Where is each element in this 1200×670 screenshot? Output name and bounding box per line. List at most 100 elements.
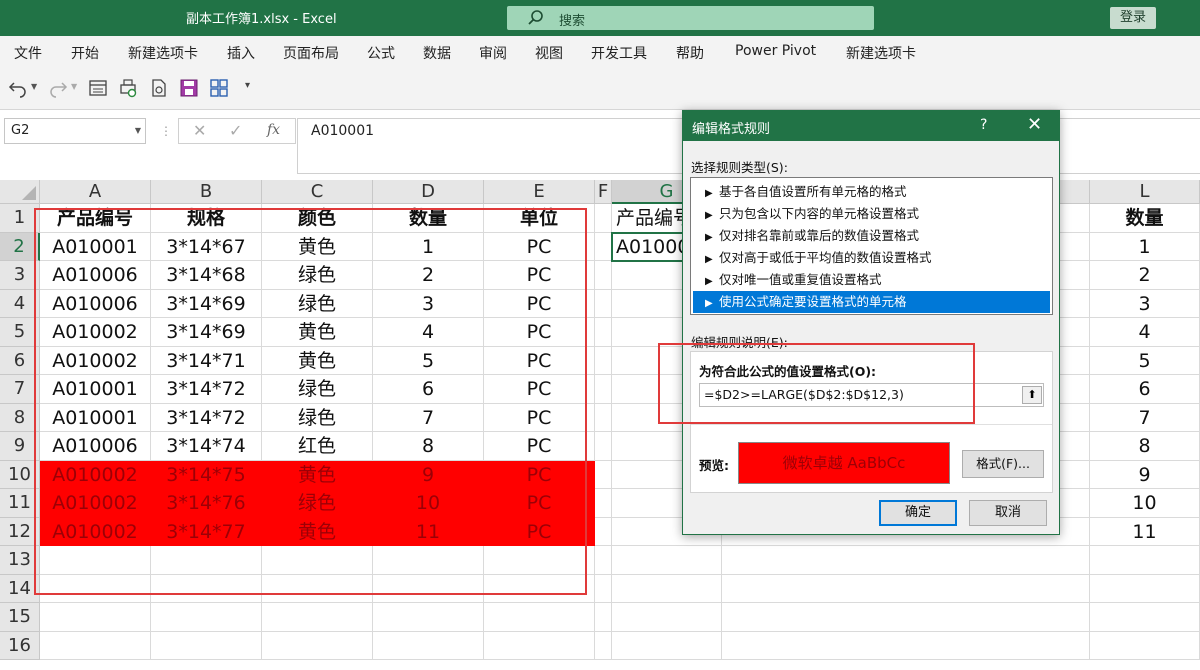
cell-l2[interactable]: 1 [1090,232,1200,261]
cell-b8[interactable]: 3*14*72 [151,403,262,432]
tab-file[interactable]: 文件 [14,43,42,63]
cell-c1[interactable]: 颜色 [262,204,373,233]
cell-l13[interactable] [1090,546,1200,575]
cell-l12[interactable]: 11 [1090,517,1200,546]
help-icon[interactable]: ? [980,117,987,133]
document-icon[interactable] [149,78,169,98]
cell-a12[interactable]: A010002 [40,517,151,546]
cell-b15[interactable] [151,603,262,632]
cell-e8[interactable]: PC [484,403,595,432]
cell-e7[interactable]: PC [484,375,595,404]
cell-c12[interactable]: 黄色 [262,517,373,546]
cell-b6[interactable]: 3*14*71 [151,346,262,375]
cell-g16[interactable] [612,631,722,660]
cell-l11[interactable]: 10 [1090,489,1200,518]
row-header-4[interactable]: 4 [0,289,40,318]
rule-type-item[interactable]: ▶ 仅对唯一值或重复值设置格式 [693,269,1050,291]
cell-l3[interactable]: 2 [1090,261,1200,290]
cell-l15[interactable] [1090,603,1200,632]
cell-g13[interactable] [612,546,722,575]
cell-f9[interactable] [595,432,612,461]
save-icon[interactable] [179,78,199,98]
cell-l14[interactable] [1090,574,1200,603]
tab-power-pivot[interactable]: Power Pivot [735,43,816,59]
cell-a9[interactable]: A010006 [40,432,151,461]
cell-b2[interactable]: 3*14*67 [151,232,262,261]
cell-a4[interactable]: A010006 [40,289,151,318]
column-header-b[interactable]: B [151,180,262,204]
rule-type-item[interactable]: ▶ 仅对高于或低于平均值的数值设置格式 [693,247,1050,269]
cell-f7[interactable] [595,375,612,404]
rule-type-item[interactable]: ▶ 仅对排名靠前或靠后的数值设置格式 [693,225,1050,247]
cell-a8[interactable]: A010001 [40,403,151,432]
cell-c6[interactable]: 黄色 [262,346,373,375]
cell-a14[interactable] [40,574,151,603]
column-header-l[interactable]: L [1090,180,1200,204]
tab-data[interactable]: 数据 [423,43,451,63]
tab-insert[interactable]: 插入 [227,43,255,63]
cell-e3[interactable]: PC [484,261,595,290]
cell-c13[interactable] [262,546,373,575]
cell-f10[interactable] [595,460,612,489]
cell-l8[interactable]: 7 [1090,403,1200,432]
cell-c8[interactable]: 绿色 [262,403,373,432]
cell-d1[interactable]: 数量 [373,204,484,233]
collapse-dialog-icon[interactable]: ⬆ [1022,386,1042,404]
cell-f11[interactable] [595,489,612,518]
row-header-5[interactable]: 5 [0,318,40,347]
cell-e5[interactable]: PC [484,318,595,347]
cell-b11[interactable]: 3*14*76 [151,489,262,518]
cell-b4[interactable]: 3*14*69 [151,289,262,318]
cell-l9[interactable]: 8 [1090,432,1200,461]
cell-b7[interactable]: 3*14*72 [151,375,262,404]
grid-view-icon[interactable] [209,78,229,98]
cell-a11[interactable]: A010002 [40,489,151,518]
cell-e2[interactable]: PC [484,232,595,261]
cell-e15[interactable] [484,603,595,632]
cell-d9[interactable]: 8 [373,432,484,461]
cell-c11[interactable]: 绿色 [262,489,373,518]
cell-f16[interactable] [595,631,612,660]
tab-home[interactable]: 开始 [71,43,99,63]
cell-l7[interactable]: 6 [1090,375,1200,404]
cell-f2[interactable] [595,232,612,261]
customize-toolbar-icon[interactable]: ▾ [245,80,250,91]
tab-new-2[interactable]: 新建选项卡 [846,43,916,63]
cell-c15[interactable] [262,603,373,632]
cell-f13[interactable] [595,546,612,575]
cell-e6[interactable]: PC [484,346,595,375]
cell-b9[interactable]: 3*14*74 [151,432,262,461]
chevron-down-icon[interactable]: ▼ [135,126,141,135]
cell-b16[interactable] [151,631,262,660]
row-header-15[interactable]: 15 [0,603,40,632]
cell-f3[interactable] [595,261,612,290]
cell-f15[interactable] [595,603,612,632]
cell-d8[interactable]: 7 [373,403,484,432]
row-header-9[interactable]: 9 [0,432,40,461]
login-button[interactable]: 登录 [1110,7,1156,29]
row-header-1[interactable]: 1 [0,204,40,233]
name-box[interactable]: G2 ▼ [4,118,146,144]
cell-e11[interactable]: PC [484,489,595,518]
cell-c14[interactable] [262,574,373,603]
cell-d7[interactable]: 6 [373,375,484,404]
undo-dropdown-icon[interactable]: ▼ [31,82,37,91]
cell-e4[interactable]: PC [484,289,595,318]
cell-a5[interactable]: A010002 [40,318,151,347]
cancel-icon[interactable]: ✕ [193,121,206,140]
cell-l10[interactable]: 9 [1090,460,1200,489]
cell-a16[interactable] [40,631,151,660]
cell-a6[interactable]: A010002 [40,346,151,375]
cell-d3[interactable]: 2 [373,261,484,290]
cell-a3[interactable]: A010006 [40,261,151,290]
search-box[interactable]: 搜索 [507,6,874,30]
row-header-10[interactable]: 10 [0,460,40,489]
column-header-e[interactable]: E [484,180,595,204]
tab-review[interactable]: 审阅 [479,43,507,63]
cell-b14[interactable] [151,574,262,603]
cell-a15[interactable] [40,603,151,632]
cell-f5[interactable] [595,318,612,347]
cell-e12[interactable]: PC [484,517,595,546]
ok-button[interactable]: 确定 [879,500,957,526]
row-header-13[interactable]: 13 [0,546,40,575]
